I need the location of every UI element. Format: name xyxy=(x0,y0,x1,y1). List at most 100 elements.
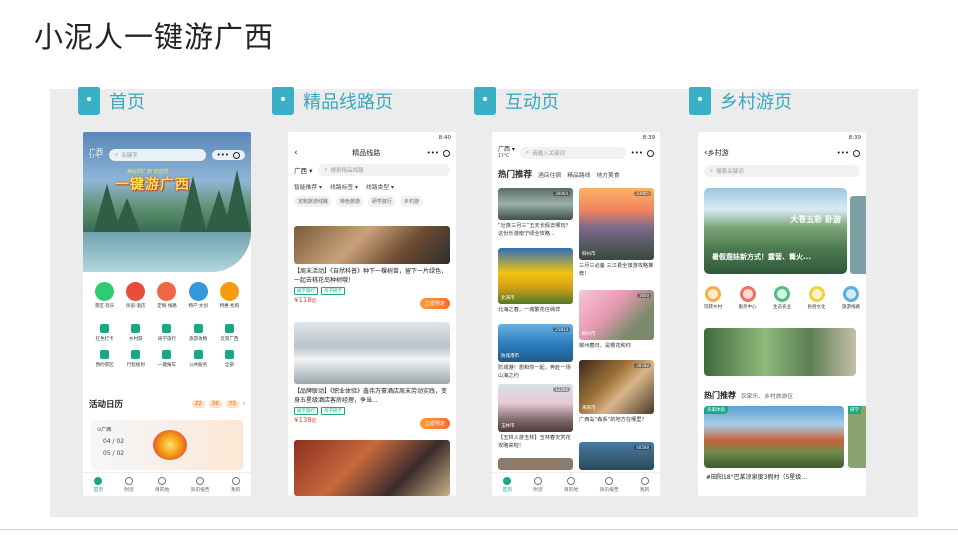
back-icon[interactable]: ‹ xyxy=(294,148,306,158)
category-deals[interactable]: 特惠·抢购 xyxy=(214,282,245,309)
feed-card[interactable]: 21813 防城港市 防城港！想和你一起，奔赴一场山海之约 xyxy=(498,324,573,380)
back-button[interactable]: ‹乡村游 xyxy=(704,148,729,158)
card-badge: 研学 xyxy=(848,406,861,414)
feed-card[interactable]: 23905 柳州市 三月三必备 三江县全旅游攻略推荐！ xyxy=(579,188,654,278)
feed-card[interactable]: 北海市 北海之春，一城繁花任徜徉 xyxy=(498,248,573,314)
tab-nearby[interactable]: 附近 xyxy=(533,476,543,493)
sub-item[interactable]: 行程规划 xyxy=(120,350,151,368)
compass-icon xyxy=(534,476,543,485)
guide-icon xyxy=(193,324,203,333)
tab-news[interactable]: 资讯报告 xyxy=(191,476,210,493)
all-icon xyxy=(224,350,234,359)
category-specialty[interactable]: 特产·文创 xyxy=(183,282,214,309)
bookmark-icon xyxy=(78,87,100,115)
tab-home[interactable]: 首页 xyxy=(503,476,512,493)
book-button[interactable]: 立即预定 xyxy=(419,418,450,429)
chevron-right-icon: › xyxy=(242,401,245,407)
sub-item[interactable]: 乡村游 xyxy=(120,324,151,342)
search-input[interactable]: ⌕ 请输入关键词 xyxy=(519,147,626,159)
city-selector[interactable]: 广西 17°C xyxy=(89,149,103,161)
section-label-home: 首页 xyxy=(78,86,145,116)
category-scenic[interactable]: 景区·玩乐 xyxy=(89,282,120,309)
phone-home: 美好的广西 欢迎您 一键游广西 广西 17°C ⌕ 关键字 ••• 景区·玩乐 民宿… xyxy=(83,132,251,496)
chip[interactable]: 特色旅游 xyxy=(336,196,365,207)
next-card-preview[interactable]: 研学 xyxy=(848,406,866,468)
category-rural-route[interactable]: 旅游线路 xyxy=(842,286,860,310)
next-banner-preview[interactable] xyxy=(850,196,866,274)
village-icon xyxy=(131,324,141,333)
more-icon: ••• xyxy=(216,151,229,159)
filter-smart[interactable]: 智能推荐 ▾ xyxy=(294,182,322,191)
category-hotel[interactable]: 民宿·酒店 xyxy=(120,282,151,309)
tab-destination[interactable]: 目的地 xyxy=(155,476,169,493)
tab-mine[interactable]: 我的 xyxy=(640,476,649,493)
more-icon: ••• xyxy=(426,149,439,157)
feed-card[interactable]: 1600 柳州市 柳州春日，是樱花和你 xyxy=(579,290,654,350)
tab-route[interactable]: 精品路线 xyxy=(567,170,590,179)
sub-item[interactable]: 一键报车 xyxy=(151,350,182,368)
route-image xyxy=(294,226,450,264)
sub-item[interactable]: 研学旅行 xyxy=(151,324,182,342)
section-label-interactive: 互动页 xyxy=(474,86,559,116)
feed-card[interactable]: 12200 玉林市 【玉林人游玉林】玉林春天赏花攻略来啦！ xyxy=(498,384,573,450)
mini-program-capsule[interactable]: ••• xyxy=(837,149,860,157)
tab-destination[interactable]: 目的地 xyxy=(564,476,578,493)
route-icon xyxy=(843,286,859,302)
activity-banner[interactable]: ⊙广西 04 / 02 05 / 02 xyxy=(91,420,243,470)
rural-promo-banner[interactable] xyxy=(704,328,856,376)
tab-hot[interactable]: 热门推荐 xyxy=(498,168,532,180)
category-eco[interactable]: 生态农业 xyxy=(773,286,791,310)
nav-bar: 广西 ▾ 17°C ⌕ 请输入关键词 ••• xyxy=(492,144,660,162)
scenic-icon xyxy=(95,282,115,301)
tab-bar: 首页 附近 目的地 资讯报告 我的 xyxy=(492,472,660,496)
category-tabs: 热门推荐 酒店住宿 精品路线 地方美食 xyxy=(492,168,660,180)
filter-tags[interactable]: 线路标签 ▾ xyxy=(330,182,358,191)
filter-type[interactable]: 线路类型 ▾ xyxy=(366,182,394,191)
feed-card[interactable]: 40588 xyxy=(579,442,654,470)
sub-item[interactable]: 全部 xyxy=(214,350,245,368)
feed-card[interactable] xyxy=(498,458,573,470)
route-card[interactable]: 【品牌联动】《职业体验》鑫伟万豪酒店周末劳动实践，变身五星级酒店客房经理，争当.… xyxy=(294,322,450,429)
category-folk[interactable]: 民俗文化 xyxy=(808,286,826,310)
tab-news[interactable]: 资讯报告 xyxy=(600,476,619,493)
location-label: ⊙广西 xyxy=(97,427,112,433)
card-badge: 农家体验 xyxy=(704,406,728,414)
category-route[interactable]: 定制·线路 xyxy=(151,282,182,309)
tab-nearby[interactable]: 附近 xyxy=(124,476,134,493)
rural-hero-banner[interactable]: 大苍五彩 卧游 暑假遛娃新方式！露营、篝火... xyxy=(704,188,847,274)
route-card[interactable]: 【周末活动】《自然科普》种下一棵树苗，留下一片绿色，一起去桃花岛种树哦！ 研学旅… xyxy=(294,226,450,309)
tab-home[interactable]: 首页 xyxy=(94,476,103,493)
city-selector[interactable]: 广西 ▾ xyxy=(294,165,312,175)
category-rural-fun[interactable]: 玩转乡村 xyxy=(704,286,722,310)
book-button[interactable]: 立即预定 xyxy=(419,298,450,309)
chip[interactable]: 研学旅行 xyxy=(368,196,397,207)
sub-item[interactable]: 红色打卡 xyxy=(89,324,120,342)
farm-card[interactable]: 农家体验 xyxy=(704,406,844,468)
city-selector[interactable]: 广西 ▾ 17°C xyxy=(498,146,515,160)
tab-hotel[interactable]: 酒店住宿 xyxy=(538,170,561,179)
feed-card[interactable]: 30064 “壮族三月三”五天长假去哪玩？这份乐游南宁绿全攻略... xyxy=(498,188,573,238)
category-service[interactable]: 服务中心 xyxy=(739,286,757,310)
mini-program-capsule[interactable]: ••• xyxy=(211,150,245,160)
chip[interactable]: 定制旅游线路 xyxy=(294,196,333,207)
tab-food[interactable]: 地方美食 xyxy=(596,170,619,179)
route-card[interactable] xyxy=(294,440,450,496)
sub-item[interactable]: 預约景区 xyxy=(89,350,120,368)
mini-program-capsule[interactable]: ••• xyxy=(427,149,450,157)
sub-category-grid: 红色打卡 乡村游 研学旅行 旅游攻略 云游广西 預约景区 行程规划 一键报车 公… xyxy=(89,324,245,368)
sub-item[interactable]: 公共服务 xyxy=(183,350,214,368)
search-input[interactable]: ⌕ 关键字 xyxy=(109,149,206,161)
search-input[interactable]: ⌕ 搜索关键词 xyxy=(704,165,860,177)
search-input[interactable]: ⌕ 搜索精品线路 xyxy=(318,164,450,176)
user-icon xyxy=(231,476,240,485)
chip[interactable]: 乡村游 xyxy=(400,196,424,207)
feed-card[interactable]: 28782 来宾市 广西岛“森系”的地方在哪里？ xyxy=(579,360,654,424)
mini-program-capsule[interactable]: ••• xyxy=(631,149,654,157)
search-icon: ⌕ xyxy=(710,167,714,174)
section-label-rural: 乡村游页 xyxy=(689,86,792,116)
tab-mine[interactable]: 我的 xyxy=(231,476,240,493)
main-category-grid: 景区·玩乐 民宿·酒店 定制·线路 特产·文创 特惠·抢购 xyxy=(89,282,245,309)
calendar-days[interactable]: 22 36 73 › xyxy=(191,400,245,408)
sub-item[interactable]: 云游广西 xyxy=(214,324,245,342)
sub-item[interactable]: 旅游攻略 xyxy=(183,324,214,342)
